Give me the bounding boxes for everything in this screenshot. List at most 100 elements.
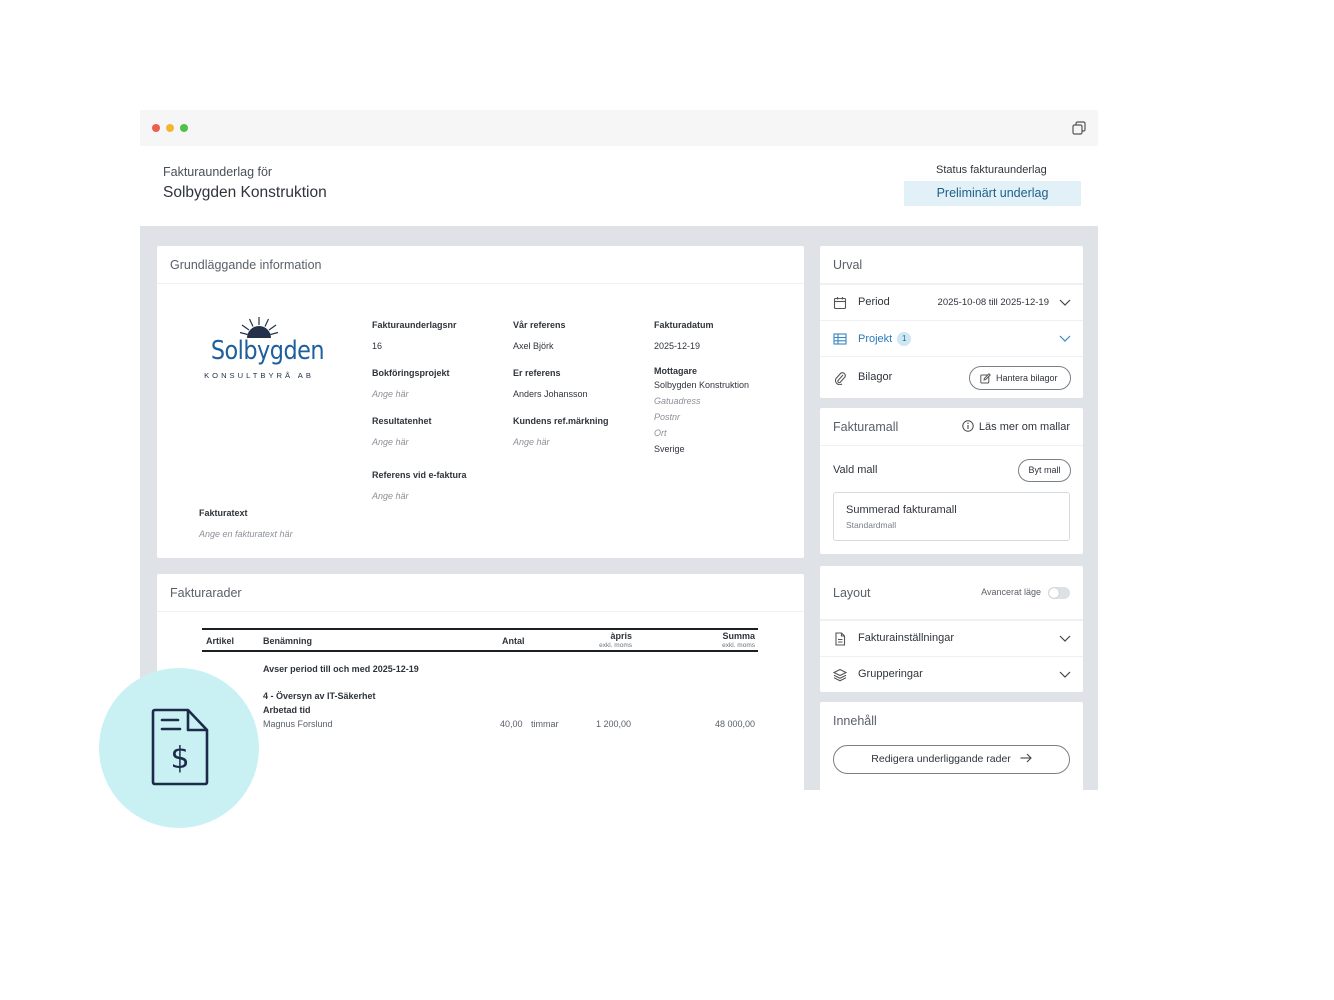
recipient-postcode: Postnr xyxy=(654,412,681,422)
field-label: Fakturatext xyxy=(199,508,248,518)
field-value: 16 xyxy=(372,341,383,351)
logo-tagline: KONSULTBYRÅ AB xyxy=(204,371,314,380)
field-label: Vår referens xyxy=(513,320,566,330)
selected-template-name: Summerad fakturamall xyxy=(846,504,957,516)
attachments-row: Bilagor Hantera bilagor xyxy=(820,356,1083,398)
template-info-link[interactable]: Läs mer om mallar xyxy=(962,420,1070,433)
status-badge[interactable]: Preliminärt underlag xyxy=(904,181,1081,206)
toggle-knob xyxy=(1049,588,1059,598)
advanced-mode-label: Avancerat läge xyxy=(981,587,1041,597)
maximize-window-button[interactable] xyxy=(180,124,188,132)
col-unit-price: àpris xyxy=(610,631,632,641)
field-placeholder: Ange här xyxy=(513,437,550,447)
chevron-down-icon[interactable] xyxy=(1059,669,1071,679)
company-logo: Solbygden KONSULTBYRÅ AB xyxy=(203,316,325,386)
document-icon xyxy=(835,632,846,646)
change-template-button[interactable]: Byt mall xyxy=(1018,459,1071,482)
col-sum: Summa xyxy=(722,631,755,641)
status-label: Status fakturaunderlag xyxy=(936,164,1047,176)
minimize-window-button[interactable] xyxy=(166,124,174,132)
groupings-row[interactable]: Grupperingar xyxy=(820,656,1083,692)
template-info-text: Läs mer om mallar xyxy=(978,421,1070,433)
field-value: Axel Björk xyxy=(513,341,554,351)
field-placeholder: Ange en fakturatext här xyxy=(199,529,293,539)
invoice-settings-row[interactable]: Fakturainställningar xyxy=(820,620,1083,656)
col-sum-sub: exkl. moms xyxy=(722,642,755,649)
field-label: Bokföringsprojekt xyxy=(372,368,450,378)
basic-info-card: Grundläggande information Solbygden KONS… xyxy=(157,246,804,558)
basic-info-heading: Grundläggande information xyxy=(157,246,804,284)
selection-card: Urval Period 2025-10-08 till 2025-12-19 … xyxy=(820,246,1083,398)
layout-heading: Layout xyxy=(820,566,1083,620)
recipient-country: Sverige xyxy=(654,444,685,454)
arrow-right-icon xyxy=(1020,753,1032,763)
field-label: Referens vid e-faktura xyxy=(372,470,467,480)
logo-name: Solbygden xyxy=(210,336,325,366)
layers-icon xyxy=(833,668,847,682)
field-recipient[interactable]: Mottagare Solbygden Konstruktion Gatuadr… xyxy=(654,366,749,457)
field-e-invoice-reference[interactable]: Referens vid e-faktura Ange här xyxy=(372,470,467,504)
field-label: Mottagare xyxy=(654,366,698,376)
selected-template-box[interactable]: Summerad fakturamall Standardmall xyxy=(833,492,1070,541)
field-label: Fakturadatum xyxy=(654,320,714,330)
field-result-unit[interactable]: Resultatenhet Ange här xyxy=(372,416,432,450)
selected-template-sub: Standardmall xyxy=(846,520,897,530)
table-icon xyxy=(833,333,847,345)
edit-rows-button[interactable]: Redigera underliggande rader xyxy=(833,745,1070,774)
subgroup-row: Arbetad tid xyxy=(263,705,311,715)
app-window: Fakturaunderlag för Solbygden Konstrukti… xyxy=(140,110,1098,790)
field-label: Kundens ref.märkning xyxy=(513,416,609,426)
selected-template-label: Vald mall xyxy=(833,464,878,476)
field-customer-reference[interactable]: Kundens ref.märkning Ange här xyxy=(513,416,609,450)
field-invoice-text[interactable]: Fakturatext Ange en fakturatext här xyxy=(199,508,293,542)
copy-icon[interactable] xyxy=(1072,121,1086,135)
manage-attachments-button[interactable]: Hantera bilagor xyxy=(969,366,1071,390)
field-label: Resultatenhet xyxy=(372,416,432,426)
col-description: Benämning xyxy=(263,636,313,646)
field-placeholder: Ange här xyxy=(372,437,409,447)
field-value: Anders Johansson xyxy=(513,389,588,399)
page-subtitle: Fakturaunderlag för xyxy=(163,165,273,179)
chevron-down-icon[interactable] xyxy=(1059,633,1071,643)
edit-icon xyxy=(980,373,991,384)
field-our-reference[interactable]: Vår referens Axel Björk xyxy=(513,320,566,354)
field-your-reference[interactable]: Er referens Anders Johansson xyxy=(513,368,588,402)
period-row[interactable]: Period 2025-10-08 till 2025-12-19 xyxy=(820,284,1083,320)
calendar-icon xyxy=(833,297,847,310)
table-rule-top xyxy=(202,628,758,630)
field-placeholder: Ange här xyxy=(372,389,409,399)
attachments-label: Bilagor xyxy=(858,371,893,383)
info-icon xyxy=(962,420,974,432)
col-quantity: Antal xyxy=(502,636,525,646)
chevron-down-icon[interactable] xyxy=(1059,297,1071,307)
advanced-mode-toggle[interactable] xyxy=(1048,587,1070,599)
field-invoice-number[interactable]: Fakturaunderlagsnr 16 xyxy=(372,320,457,354)
manage-attachments-label: Hantera bilagor xyxy=(996,373,1058,383)
field-value: 2025-12-19 xyxy=(654,341,701,351)
invoice-settings-label: Fakturainställningar xyxy=(858,632,954,644)
project-row[interactable]: Projekt 1 xyxy=(820,320,1083,356)
field-label: Fakturaunderlagsnr xyxy=(372,320,457,330)
invoice-template-card: Fakturamall Läs mer om mallar Vald mall … xyxy=(820,408,1083,554)
field-accounting-project[interactable]: Bokföringsprojekt Ange här xyxy=(372,368,450,402)
groupings-label: Grupperingar xyxy=(858,668,923,680)
chevron-down-icon[interactable] xyxy=(1059,333,1071,343)
line-unit-price: 1 200,00 xyxy=(595,719,631,729)
content-card: Innehåll Redigera underliggande rader xyxy=(820,702,1083,790)
recipient-street: Gatuadress xyxy=(654,396,701,406)
svg-text:$: $ xyxy=(170,741,189,776)
group-row: 4 - Översyn av IT-Säkerhet xyxy=(263,691,376,701)
line-name: Magnus Forslund xyxy=(263,719,333,729)
page-header: Fakturaunderlag för Solbygden Konstrukti… xyxy=(140,146,1098,226)
invoice-dollar-icon: $ xyxy=(151,708,209,786)
paperclip-icon xyxy=(834,372,846,385)
period-value: 2025-10-08 till 2025-12-19 xyxy=(937,297,1049,308)
recipient-city: Ort xyxy=(654,428,667,438)
field-invoice-date[interactable]: Fakturadatum 2025-12-19 xyxy=(654,320,714,354)
close-window-button[interactable] xyxy=(152,124,160,132)
table-rule-bottom xyxy=(202,650,758,652)
field-label: Er referens xyxy=(513,368,561,378)
window-titlebar xyxy=(140,110,1098,146)
project-count-badge: 1 xyxy=(897,332,912,346)
col-unit-price-sub: exkl. moms xyxy=(599,642,632,649)
